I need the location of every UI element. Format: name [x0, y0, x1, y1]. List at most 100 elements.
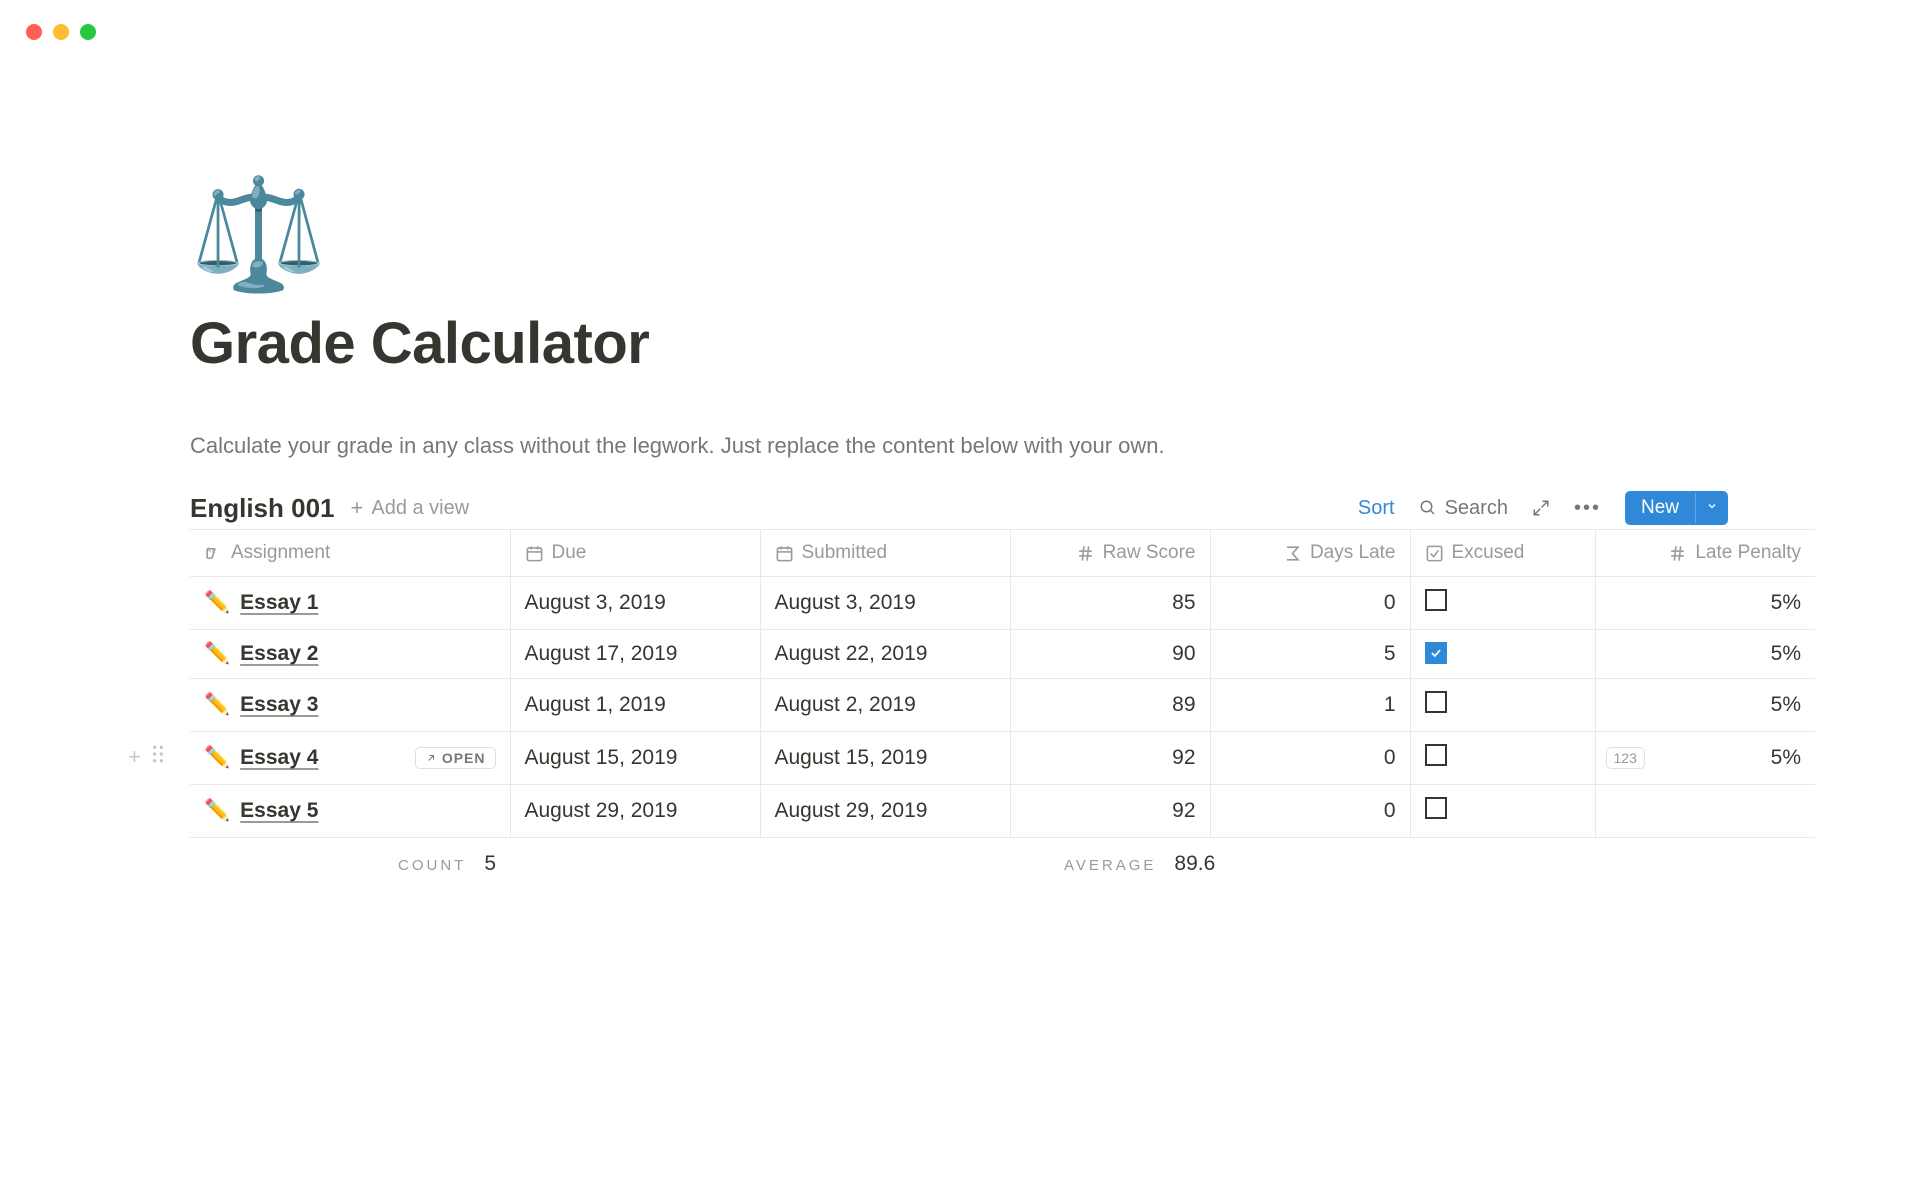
table-row[interactable]: +✏️Essay 4OPENAugust 15, 2019August 15, …: [190, 732, 1815, 785]
cell-late-penalty[interactable]: [1595, 785, 1815, 838]
cell-due[interactable]: August 15, 2019: [510, 732, 760, 785]
page-title[interactable]: Grade Calculator: [190, 310, 1730, 377]
column-header-submitted[interactable]: Submitted: [760, 530, 1010, 577]
drag-handle[interactable]: [151, 745, 165, 769]
assignment-name[interactable]: Essay 1: [240, 591, 318, 615]
cell-assignment[interactable]: ✏️ Essay 3: [190, 679, 510, 732]
cell-excused[interactable]: [1410, 732, 1595, 785]
cell-assignment[interactable]: ✏️ Essay 2: [190, 630, 510, 679]
cell-submitted[interactable]: August 2, 2019: [760, 679, 1010, 732]
close-window-button[interactable]: [26, 24, 42, 40]
number-property-icon: [1668, 544, 1687, 563]
cell-due[interactable]: August 1, 2019: [510, 679, 760, 732]
excused-checkbox[interactable]: [1425, 797, 1447, 819]
checkbox-property-icon: [1425, 544, 1444, 563]
search-label: Search: [1445, 497, 1508, 520]
cell-raw-score[interactable]: 90: [1010, 630, 1210, 679]
excused-checkbox[interactable]: [1425, 691, 1447, 713]
table-row[interactable]: ✏️Essay 5August 29, 2019August 29, 20199…: [190, 785, 1815, 838]
table-row[interactable]: ✏️ Essay 2 August 17, 2019August 22, 20199…: [190, 630, 1815, 679]
column-header-due[interactable]: Due: [510, 530, 760, 577]
cell-excused[interactable]: [1410, 785, 1595, 838]
footer-average[interactable]: AVERAGE 89.6: [1010, 838, 1410, 889]
add-view-label: Add a view: [371, 497, 469, 520]
date-property-icon: [775, 544, 794, 563]
new-button-dropdown[interactable]: [1695, 493, 1728, 523]
page-icon[interactable]: ⚖️: [190, 180, 1730, 290]
column-header-excused[interactable]: Excused: [1410, 530, 1595, 577]
excused-checkbox[interactable]: [1425, 589, 1447, 611]
new-button-label: New: [1625, 491, 1695, 525]
plus-icon: +: [351, 495, 364, 521]
table-row[interactable]: ✏️Essay 1August 3, 2019August 3, 2019850…: [190, 577, 1815, 630]
cell-submitted[interactable]: August 22, 2019: [760, 630, 1010, 679]
cell-raw-score[interactable]: 85: [1010, 577, 1210, 630]
page-description[interactable]: Calculate your grade in any class withou…: [190, 433, 1730, 459]
cell-raw-score[interactable]: 92: [1010, 732, 1210, 785]
database-table: Aa Assignment Due Submitted: [190, 529, 1815, 888]
sort-button[interactable]: Sort: [1358, 497, 1395, 520]
cell-late-penalty[interactable]: 5%: [1595, 630, 1815, 679]
database-title[interactable]: English 001: [190, 493, 335, 524]
assignment-name[interactable]: Essay 5: [240, 799, 318, 823]
add-row-button[interactable]: +: [128, 744, 141, 770]
add-view-button[interactable]: + Add a view: [351, 495, 470, 521]
cell-excused[interactable]: [1410, 630, 1595, 679]
cell-raw-score[interactable]: 89: [1010, 679, 1210, 732]
search-icon: [1419, 499, 1437, 517]
cell-late-penalty[interactable]: 1235%: [1595, 732, 1815, 785]
date-property-icon: [525, 544, 544, 563]
pencil-icon: ✏️: [204, 642, 230, 666]
chevron-down-icon: [1706, 500, 1718, 512]
cell-days-late[interactable]: 1: [1210, 679, 1410, 732]
cell-submitted[interactable]: August 3, 2019: [760, 577, 1010, 630]
pencil-icon: ✏️: [204, 693, 230, 717]
cell-assignment[interactable]: +✏️Essay 4OPEN: [190, 732, 510, 785]
cell-assignment[interactable]: ✏️ Essay 1: [190, 577, 510, 630]
column-header-days-late[interactable]: Days Late: [1210, 530, 1410, 577]
column-header-raw-score[interactable]: Raw Score: [1010, 530, 1210, 577]
cell-late-penalty[interactable]: 5%: [1595, 577, 1815, 630]
cell-days-late[interactable]: 0: [1210, 732, 1410, 785]
expand-icon[interactable]: [1532, 499, 1550, 517]
number-property-icon: [1076, 544, 1095, 563]
svg-text:A: A: [206, 546, 211, 554]
cell-due[interactable]: August 17, 2019: [510, 630, 760, 679]
cell-due[interactable]: August 29, 2019: [510, 785, 760, 838]
table-row[interactable]: ✏️ Essay 3 August 1, 2019August 2, 2019891…: [190, 679, 1815, 732]
minimize-window-button[interactable]: [53, 24, 69, 40]
check-icon: [1429, 646, 1443, 660]
cell-days-late[interactable]: 0: [1210, 785, 1410, 838]
pencil-icon: ✏️: [204, 799, 230, 823]
cell-days-late[interactable]: 0: [1210, 577, 1410, 630]
maximize-window-button[interactable]: [80, 24, 96, 40]
excused-checkbox[interactable]: [1425, 744, 1447, 766]
assignment-name[interactable]: Essay 4: [240, 746, 318, 770]
cell-submitted[interactable]: August 15, 2019: [760, 732, 1010, 785]
open-page-button[interactable]: OPEN: [415, 747, 496, 769]
cell-excused[interactable]: [1410, 577, 1595, 630]
footer-count[interactable]: COUNT 5: [190, 838, 510, 889]
cell-submitted[interactable]: August 29, 2019: [760, 785, 1010, 838]
cell-assignment[interactable]: ✏️ Essay 5: [190, 785, 510, 838]
window-controls: [26, 24, 96, 40]
cell-late-penalty[interactable]: 5%: [1595, 679, 1815, 732]
cell-days-late[interactable]: 5: [1210, 630, 1410, 679]
search-button[interactable]: Search: [1419, 497, 1508, 520]
more-options-button[interactable]: •••: [1574, 497, 1601, 520]
cell-excused[interactable]: [1410, 679, 1595, 732]
pencil-icon: ✏️: [204, 591, 230, 615]
column-header-late-penalty[interactable]: Late Penalty: [1595, 530, 1815, 577]
assignment-name[interactable]: Essay 3: [240, 693, 318, 717]
cell-due[interactable]: August 3, 2019: [510, 577, 760, 630]
formula-property-icon: [1283, 544, 1302, 563]
title-property-icon: Aa: [204, 544, 223, 563]
excused-checkbox[interactable]: [1425, 642, 1447, 664]
expand-icon: [425, 752, 437, 764]
cell-raw-score[interactable]: 92: [1010, 785, 1210, 838]
pencil-icon: ✏️: [204, 746, 230, 770]
column-header-assignment[interactable]: Aa Assignment: [190, 530, 510, 577]
number-format-badge[interactable]: 123: [1606, 747, 1645, 769]
new-button[interactable]: New: [1625, 491, 1728, 525]
assignment-name[interactable]: Essay 2: [240, 642, 318, 666]
